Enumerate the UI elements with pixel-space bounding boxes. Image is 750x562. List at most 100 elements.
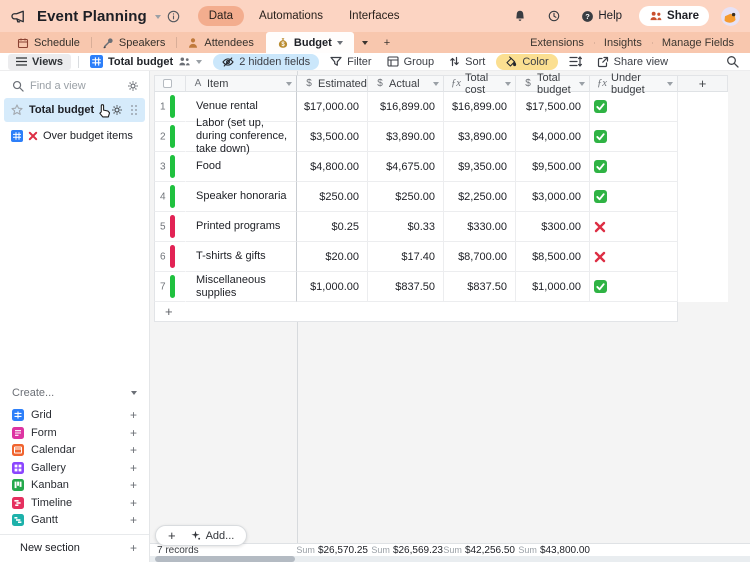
cell-total-budget[interactable]: $17,500.00 [516, 92, 590, 122]
info-icon[interactable] [167, 10, 180, 23]
drag-handle-icon[interactable] [131, 105, 137, 115]
sidebar-view-total-budget[interactable]: Total budget [4, 98, 145, 122]
notifications-bell-icon[interactable] [506, 9, 534, 23]
avatar[interactable] [721, 6, 740, 26]
cell-total-cost[interactable]: $9,350.00 [444, 152, 516, 182]
sum-actual[interactable]: Sum $26,569.23 [371, 545, 443, 556]
table-tab-speakers[interactable]: Speakers [90, 32, 176, 53]
cell-estimated[interactable]: $17,000.00 [297, 92, 368, 122]
help-button[interactable]: ? Help [574, 10, 629, 23]
cell-item[interactable]: Labor (set up, during conference, take d… [186, 117, 297, 155]
gear-icon[interactable] [111, 104, 123, 116]
new-section-row[interactable]: New section + [0, 534, 149, 554]
share-view-button[interactable]: Share view [593, 55, 672, 69]
cell-under-budget[interactable] [590, 182, 678, 212]
create-timeline-view[interactable]: Timeline + [0, 494, 149, 512]
cell-item[interactable]: T-shirts & gifts [186, 242, 297, 272]
extensions-link[interactable]: Extensions [520, 37, 594, 49]
cell-total-cost[interactable]: $837.50 [444, 272, 516, 302]
add-view-button[interactable]: + [130, 409, 137, 421]
cell-under-budget[interactable] [590, 152, 678, 182]
history-icon[interactable] [540, 9, 568, 23]
nav-tab-interfaces[interactable]: Interfaces [338, 6, 411, 26]
cell-total-cost[interactable]: $3,890.00 [444, 122, 516, 152]
cell-estimated[interactable]: $250.00 [297, 182, 368, 212]
gear-icon[interactable] [127, 80, 139, 92]
cell-under-budget[interactable] [590, 242, 678, 272]
cell-item[interactable]: Printed programs [186, 212, 297, 242]
cell-total-cost[interactable]: $2,250.00 [444, 182, 516, 212]
cell-estimated[interactable]: $1,000.00 [297, 272, 368, 302]
add-row-button[interactable]: + [154, 302, 678, 322]
add-section-button[interactable]: + [130, 542, 137, 554]
add-view-button[interactable]: + [130, 427, 137, 439]
column-chevron-icon[interactable] [286, 81, 292, 86]
create-calendar-view[interactable]: Calendar + [0, 442, 149, 460]
sum-total-budget[interactable]: Sum $43,800.00 [518, 545, 590, 556]
row-number-cell[interactable]: 7 [154, 272, 186, 302]
add-with-templates-button[interactable]: Add... [186, 530, 247, 542]
sort-button[interactable]: Sort [445, 55, 489, 69]
color-button[interactable]: Color [496, 53, 558, 70]
view-chevron-down-icon[interactable] [196, 59, 203, 64]
add-view-button[interactable]: + [130, 444, 137, 456]
table-tab-schedule[interactable]: Schedule [6, 32, 91, 53]
column-header-under-budget[interactable]: ƒx Under budget [590, 72, 678, 96]
view-switcher[interactable]: Total budget [86, 54, 206, 69]
cell-actual[interactable]: $4,675.00 [368, 152, 444, 182]
cell-under-budget[interactable] [590, 92, 678, 122]
sum-estimated[interactable]: Sum $26,570.25 [296, 545, 368, 556]
column-chevron-icon[interactable] [579, 81, 585, 86]
select-all-checkbox[interactable] [163, 79, 172, 88]
create-header[interactable]: Create... [0, 387, 149, 407]
cell-total-budget[interactable]: $4,000.00 [516, 122, 590, 152]
column-chevron-icon[interactable] [505, 81, 511, 86]
create-gantt-view[interactable]: Gantt + [0, 512, 149, 530]
tab-list-chevron-icon[interactable] [354, 32, 376, 53]
column-header-estimated[interactable]: $ Estimated [297, 75, 377, 92]
sidebar-view-over-budget-items[interactable]: Over budget items [0, 125, 149, 147]
tab-chevron-down-icon[interactable] [336, 40, 343, 45]
add-field-button[interactable]: + [678, 75, 728, 92]
cell-estimated[interactable]: $3,500.00 [297, 122, 368, 152]
add-record-button[interactable]: + [156, 528, 186, 543]
add-view-button[interactable]: + [130, 462, 137, 474]
cell-under-budget[interactable] [590, 212, 678, 242]
add-view-button[interactable]: + [130, 479, 137, 491]
row-number-cell[interactable]: 2 [154, 122, 186, 152]
cell-estimated[interactable]: $4,800.00 [297, 152, 368, 182]
cell-total-budget[interactable]: $8,500.00 [516, 242, 590, 272]
cell-total-budget[interactable]: $3,000.00 [516, 182, 590, 212]
cell-actual[interactable]: $16,899.00 [368, 92, 444, 122]
add-table-button[interactable]: + [376, 32, 398, 53]
add-view-button[interactable]: + [130, 497, 137, 509]
row-number-cell[interactable]: 1 [154, 92, 186, 122]
insights-link[interactable]: Insights [593, 37, 652, 49]
select-all-cell[interactable] [154, 75, 186, 92]
row-number-cell[interactable]: 3 [154, 152, 186, 182]
column-header-total-cost[interactable]: ƒx Total cost [444, 72, 516, 96]
filter-button[interactable]: Filter [326, 55, 375, 69]
cell-actual[interactable]: $3,890.00 [368, 122, 444, 152]
column-header-actual[interactable]: $ Actual [368, 75, 444, 92]
group-button[interactable]: Group [383, 55, 439, 69]
row-height-button[interactable] [565, 55, 586, 68]
row-number-cell[interactable]: 4 [154, 182, 186, 212]
cell-under-budget[interactable] [590, 122, 678, 152]
nav-tab-automations[interactable]: Automations [248, 6, 334, 26]
cell-actual[interactable]: $837.50 [368, 272, 444, 302]
horizontal-scrollbar[interactable] [150, 556, 750, 562]
create-grid-view[interactable]: Grid + [0, 407, 149, 425]
column-header-total-budget[interactable]: $ Total budget [516, 72, 590, 96]
cell-total-cost[interactable]: $16,899.00 [444, 92, 516, 122]
find-view-input[interactable] [30, 80, 121, 92]
create-form-view[interactable]: Form + [0, 424, 149, 442]
cell-item[interactable]: Miscellaneous supplies [186, 272, 297, 302]
manage-fields-link[interactable]: Manage Fields [651, 37, 744, 49]
row-number-cell[interactable]: 5 [154, 212, 186, 242]
cell-actual[interactable]: $250.00 [368, 182, 444, 212]
cell-actual[interactable]: $17.40 [368, 242, 444, 272]
views-button[interactable]: Views [8, 53, 71, 70]
table-tab-attendees[interactable]: Attendees [176, 32, 265, 53]
search-icon[interactable] [726, 55, 742, 68]
